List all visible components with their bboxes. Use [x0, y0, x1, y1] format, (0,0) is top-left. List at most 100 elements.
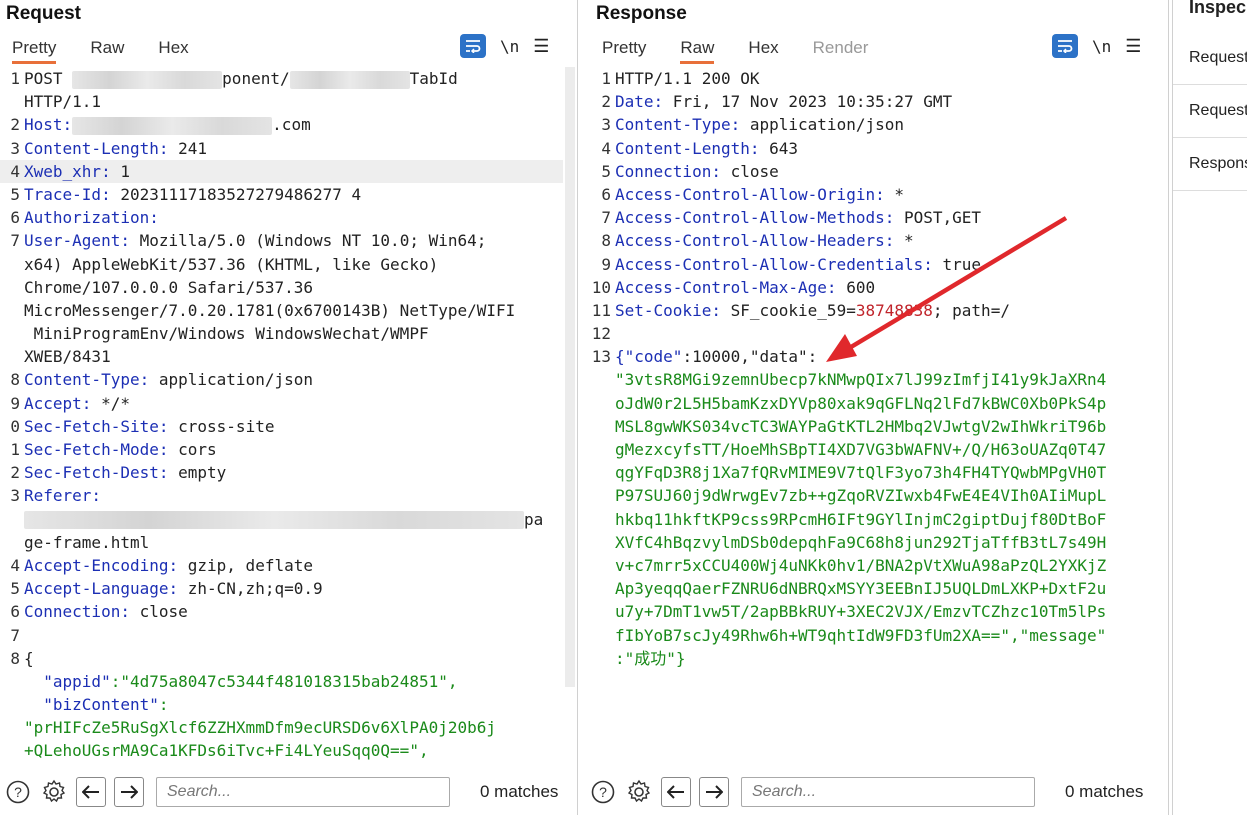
- tab-pretty[interactable]: Pretty: [12, 36, 57, 64]
- header-value: Chrome/107.0.0.0 Safari/537.36: [24, 277, 313, 297]
- line-number: 7: [10, 625, 20, 645]
- inspector-title: Inspec: [1189, 0, 1247, 17]
- json-value: Ap3yeqqQaerFZNRU6dNBRQxMSYY3EEBnIJ5UQLDm…: [615, 579, 1107, 599]
- response-match-count: 0 matches: [1065, 782, 1144, 801]
- next-match-button[interactable]: [699, 777, 729, 807]
- code-line: MicroMessenger/7.0.20.1781(0x6700143B) N…: [0, 299, 563, 322]
- line-number: 6: [10, 208, 20, 228]
- code-line: MSL8gwWKS034vcTC3WAYPaGtKTL2HMbq2VJwtgV2…: [591, 415, 1154, 438]
- request-footer: ? Search... 0 matches: [0, 769, 577, 815]
- header-value: gzip, deflate: [178, 555, 313, 575]
- svg-text:?: ?: [599, 784, 607, 800]
- code-line: hkbq11hkftKP9css9RPcmH6IFt9GYlInjmC2gipt…: [591, 508, 1154, 531]
- header-value: zh-CN,zh;q=0.9: [178, 579, 323, 599]
- inspector-item-response-headers[interactable]: Respons: [1173, 138, 1247, 191]
- header-value: x64) AppleWebKit/537.36 (KHTML, like Gec…: [24, 254, 439, 274]
- svg-text:?: ?: [14, 784, 22, 800]
- previous-match-button[interactable]: [76, 777, 106, 807]
- request-scrollbar[interactable]: [565, 67, 575, 687]
- tab-hex[interactable]: Hex: [158, 36, 188, 64]
- json-value: :"成功"}: [615, 648, 686, 668]
- line-number: 3: [10, 138, 20, 158]
- code-line: gMezxcyfsTT/HoeMhSBpTI4XD7VG3bWAFNV+/Q/H…: [591, 438, 1154, 461]
- code-line: pa: [0, 508, 563, 531]
- code-line: 9 Accept: */*: [0, 392, 563, 415]
- next-match-button[interactable]: [114, 777, 144, 807]
- header-value: 1: [110, 161, 130, 181]
- line-number: 3: [10, 486, 20, 506]
- header-value: cross-site: [168, 416, 275, 436]
- line-number: 9: [10, 393, 20, 413]
- response-pane: Response Pretty Raw Hex Render \n ☰ 1 HTT…: [581, 0, 1169, 815]
- code-line: 3 Content-Length: 241: [0, 137, 563, 160]
- request-pane: Request Pretty Raw Hex \n ☰ 1 POST ponent…: [0, 0, 578, 815]
- header-value: HTTP/1.1: [24, 92, 102, 112]
- code-line: HTTP/1.1: [0, 90, 563, 113]
- code-line: 3 Referer:: [0, 484, 563, 507]
- redacted-blur: [72, 70, 223, 89]
- help-icon[interactable]: ?: [589, 778, 617, 806]
- code-line: :"成功"}: [591, 647, 1154, 670]
- help-icon[interactable]: ?: [4, 778, 32, 806]
- request-title: Request: [6, 3, 81, 24]
- response-search-input[interactable]: Search...: [741, 777, 1035, 807]
- code-line: qgYFqD3R8j1Xa7fQRvMIME9V7tQlF3yo73h4FH4T…: [591, 461, 1154, 484]
- code-line: v+c7mrr5xCCU400Wj4uNKk0hv1/BNA2pVtXWuA98…: [591, 554, 1154, 577]
- code-line: 2 Host: .com: [0, 113, 563, 136]
- json-key: "bizContent": [24, 695, 159, 715]
- json-key: "appid": [24, 671, 111, 691]
- request-search-input[interactable]: Search...: [156, 777, 450, 807]
- json-value: v+c7mrr5xCCU400Wj4uNKk0hv1/BNA2pVtXWuA98…: [615, 555, 1107, 575]
- json-value: "prHIFcZe5RuSgXlcf6ZZHXmmDfm9ecURSD6v6Xl…: [24, 718, 497, 738]
- code-line: ge-frame.html: [0, 531, 563, 554]
- json-value: :: [158, 695, 169, 715]
- line-number: 8: [10, 648, 20, 668]
- json-value: XVfC4hBqzvylmDSb0depqhFa9C68h8jun292TjaT…: [615, 532, 1107, 552]
- header-value: {: [24, 648, 34, 668]
- code-line: XVfC4hBqzvylmDSb0depqhFa9C68h8jun292TjaT…: [591, 531, 1154, 554]
- header-name: Host:: [24, 115, 73, 135]
- inspector-item-request-attributes[interactable]: Request: [1173, 32, 1247, 85]
- hamburger-menu-icon[interactable]: ☰: [533, 36, 549, 57]
- line-number: 7: [10, 231, 20, 251]
- code-line: 8 Content-Type: application/json: [0, 368, 563, 391]
- request-editor[interactable]: 1 POST ponent/TabId HTTP/1.1 2 Host: .com 3 Con…: [0, 67, 563, 767]
- request-match-count: 0 matches: [480, 782, 559, 801]
- code-line: 8{: [0, 647, 563, 670]
- json-value: u7y+7DmT1vw5T/2apBBkRUY+3XEC2VJX/EmzvTCZ…: [615, 602, 1107, 622]
- newline-toggle-icon[interactable]: \n: [500, 37, 519, 56]
- code-line: Ap3yeqqQaerFZNRU6dNBRQxMSYY3EEBnIJ5UQLDm…: [591, 577, 1154, 600]
- code-line: 2 Sec-Fetch-Dest: empty: [0, 461, 563, 484]
- json-value: MSL8gwWKS034vcTC3WAYPaGtKTL2HMbq2VJwtgV2…: [615, 416, 1107, 436]
- line-number: 0: [10, 416, 20, 436]
- header-name: Xweb_xhr:: [24, 161, 111, 181]
- header-value: close: [129, 602, 188, 622]
- header-value: MiniProgramEnv/Windows WindowsWechat/WMP…: [24, 324, 429, 344]
- line-number: 6: [10, 602, 20, 622]
- code-line: "appid":"4d75a8047c5344f481018315bab2485…: [0, 670, 563, 693]
- annotation-arrow-icon: [826, 216, 1068, 362]
- line-number: 4: [10, 555, 20, 575]
- code-line: Chrome/107.0.0.0 Safari/537.36: [0, 276, 563, 299]
- line-number: 4: [10, 161, 20, 181]
- line-number: 2: [10, 115, 20, 135]
- gear-icon[interactable]: [40, 778, 68, 806]
- wrap-lines-icon[interactable]: [460, 34, 486, 58]
- code-line: +QLehoUGsrMA9Ca1KFDs6iTvc+Fi4LYeuSqq0Q==…: [0, 739, 563, 762]
- header-name: Sec-Fetch-Site:: [24, 416, 169, 436]
- gear-icon[interactable]: [625, 778, 653, 806]
- inspector-item-request-headers[interactable]: Request: [1173, 85, 1247, 138]
- code-line: XWEB/8431: [0, 345, 563, 368]
- previous-match-button[interactable]: [661, 777, 691, 807]
- header-value: 20231117183527279486277 4: [110, 184, 362, 204]
- json-value: fIbYoB7scJy49Rhw6h+WT9qhtIdW9FD3fUm2XA==…: [615, 625, 1107, 645]
- code-line: 6 Connection: close: [0, 600, 563, 623]
- header-value: empty: [168, 463, 227, 483]
- header-name: Sec-Fetch-Mode:: [24, 440, 169, 459]
- tab-raw[interactable]: Raw: [90, 36, 124, 64]
- code-line: "prHIFcZe5RuSgXlcf6ZZHXmmDfm9ecURSD6v6Xl…: [0, 716, 563, 739]
- request-tabs: Pretty Raw Hex: [12, 36, 223, 64]
- request-path-tail: TabId: [409, 69, 458, 88]
- code-line: 5 Accept-Language: zh-CN,zh;q=0.9: [0, 577, 563, 600]
- header-name: Trace-Id:: [24, 184, 111, 204]
